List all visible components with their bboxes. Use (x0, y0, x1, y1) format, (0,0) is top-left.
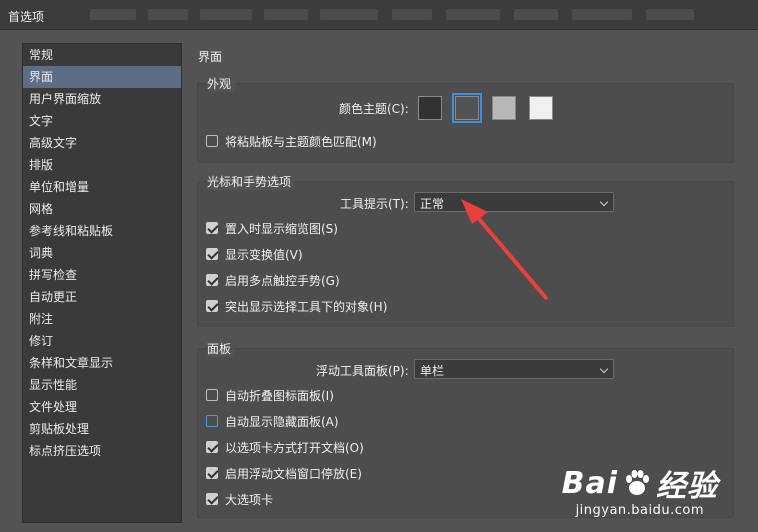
baidu-watermark: Bai 经验 jingyan.baidu.com (562, 461, 718, 519)
watermark-brand-right: 经验 (656, 469, 718, 504)
paw-icon (626, 470, 649, 495)
arrow-shaft (472, 211, 548, 300)
watermark-logo: Bai 经验 (562, 461, 718, 505)
watermark-brand-left: Bai (561, 465, 618, 501)
red-arrow-annotation (461, 199, 548, 300)
arrow-head (461, 199, 488, 224)
watermark-url: jingyan.baidu.com (575, 503, 705, 518)
